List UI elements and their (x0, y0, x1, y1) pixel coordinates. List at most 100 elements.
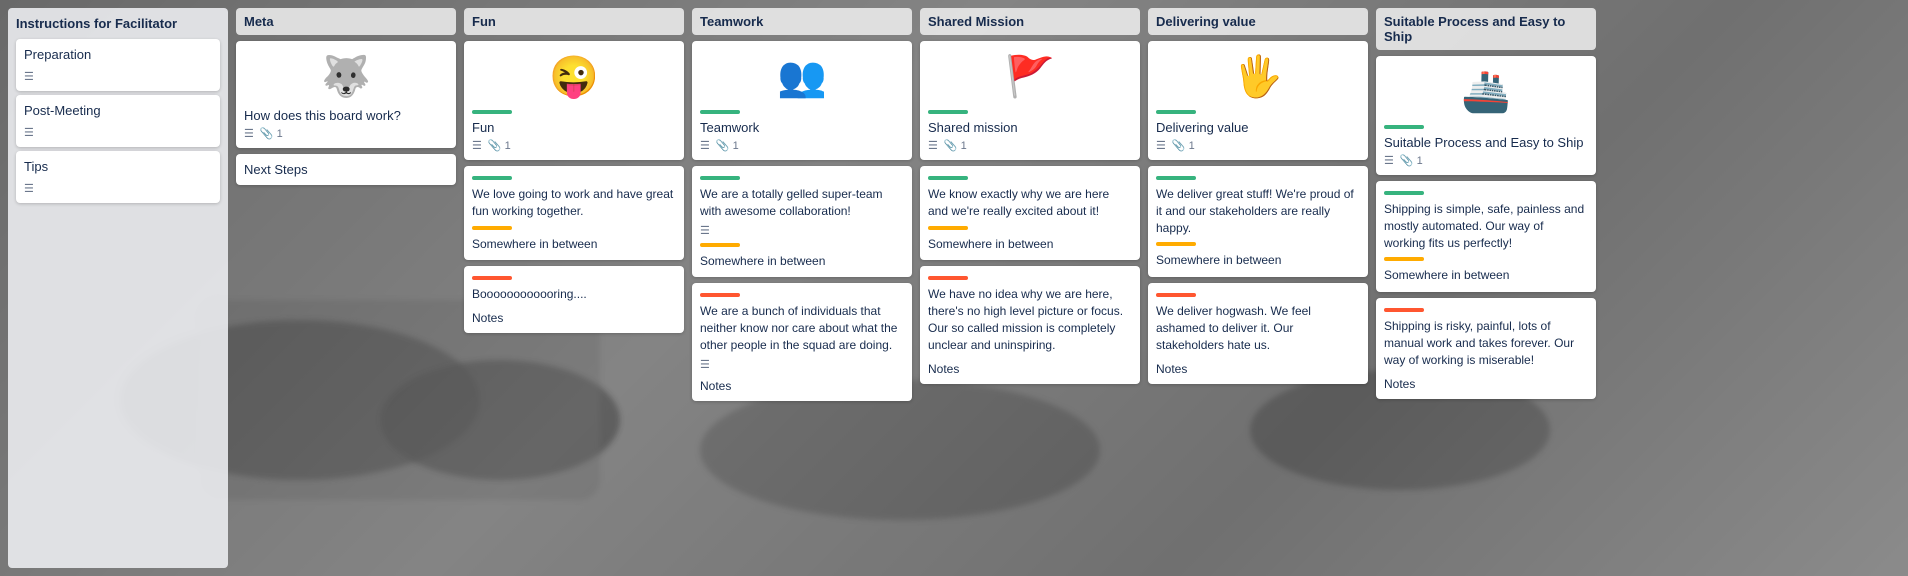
fun-label: Somewhere in between (472, 236, 676, 253)
green-bar-tw2 (700, 176, 740, 180)
sm-label: Somewhere in between (928, 236, 1132, 253)
column-sp: Suitable Process and Easy to Ship 🚢 Suit… (1376, 8, 1596, 568)
dv-bad-text: We deliver hogwash. We feel ashamed to d… (1156, 303, 1360, 353)
lines-icon-2: ☰ (24, 126, 212, 139)
menu-icon-tw: ☰ (700, 139, 710, 152)
column-header-sp: Suitable Process and Easy to Ship (1376, 8, 1596, 50)
sidebar-item-tips[interactable]: Tips ☰ (16, 151, 220, 203)
sp-emoji: 🚢 (1384, 64, 1588, 119)
card-teamwork-bad[interactable]: We are a bunch of individuals that neith… (692, 283, 912, 400)
yellow-bar-fun (472, 226, 512, 230)
column-meta: Meta 🐺 How does this board work? ☰ 📎 1 N… (236, 8, 456, 568)
dv-great-text: We deliver great stuff! We're proud of i… (1156, 186, 1360, 236)
red-bar-tw (700, 293, 740, 297)
card-dv-bad[interactable]: We deliver hogwash. We feel ashamed to d… (1148, 283, 1368, 383)
fun-boring-text: Boooooooooooring.... (472, 286, 676, 303)
attach-icon-fun: 📎 1 (488, 139, 511, 152)
sp-bad-text: Shipping is risky, painful, lots of manu… (1384, 318, 1588, 368)
tw-icon2: ☰ (700, 358, 904, 371)
column-fun: Fun 😜 Fun ☰ 📎 1 We love going to work an… (464, 8, 684, 568)
card-text-how: How does this board work? (244, 108, 448, 123)
sp-title: Suitable Process and Easy to Ship (1384, 135, 1588, 150)
tw-bad-text: We are a bunch of individuals that neith… (700, 303, 904, 353)
attachment-icon: 📎 1 (260, 127, 283, 140)
card-meta-icons: ☰ 📎 1 (244, 127, 448, 140)
fun-title: Fun (472, 120, 676, 135)
sidebar-item-post-meeting[interactable]: Post-Meeting ☰ (16, 95, 220, 147)
teamwork-emoji: 👥 (700, 49, 904, 104)
green-bar-teamwork (700, 110, 740, 114)
card-sp-top[interactable]: 🚢 Suitable Process and Easy to Ship ☰ 📎 … (1376, 56, 1596, 175)
yellow-bar-sp (1384, 257, 1424, 261)
green-bar-fun2 (472, 176, 512, 180)
card-dv-top[interactable]: 🖐️ Delivering value ☰ 📎 1 (1148, 41, 1368, 160)
card-next-steps[interactable]: Next Steps (236, 154, 456, 185)
teamwork-meta: ☰ 📎 1 (700, 139, 904, 152)
tw-great-text: We are a totally gelled super-team with … (700, 186, 904, 220)
dv-notes: Notes (1156, 362, 1360, 376)
menu-icon-dv: ☰ (1156, 139, 1166, 152)
green-bar-sm (928, 110, 968, 114)
lines-icon: ☰ (24, 70, 212, 83)
menu-icon-sp: ☰ (1384, 154, 1394, 167)
green-bar-dv2 (1156, 176, 1196, 180)
card-fun-great[interactable]: We love going to work and have great fun… (464, 166, 684, 260)
fun-notes: Notes (472, 311, 676, 325)
red-bar-fun (472, 276, 512, 280)
card-fun-top[interactable]: 😜 Fun ☰ 📎 1 (464, 41, 684, 160)
board: Instructions for Facilitator Preparation… (0, 0, 1908, 576)
dv-emoji: 🖐️ (1156, 49, 1360, 104)
column-teamwork: Teamwork 👥 Teamwork ☰ 📎 1 We are a total… (692, 8, 912, 568)
red-bar-dv (1156, 293, 1196, 297)
dog-emoji: 🐺 (244, 49, 448, 104)
sm-notes: Notes (928, 362, 1132, 376)
dv-title: Delivering value (1156, 120, 1360, 135)
red-bar-sm (928, 276, 968, 280)
fun-card-meta: ☰ 📎 1 (472, 139, 676, 152)
card-sp-bad[interactable]: Shipping is risky, painful, lots of manu… (1376, 298, 1596, 398)
menu-icon-sm: ☰ (928, 139, 938, 152)
lines-icon-3: ☰ (24, 182, 212, 195)
card-teamwork-top[interactable]: 👥 Teamwork ☰ 📎 1 (692, 41, 912, 160)
menu-icon-tw2: ☰ (700, 224, 710, 237)
card-dv-great[interactable]: We deliver great stuff! We're proud of i… (1148, 166, 1368, 277)
card-teamwork-great[interactable]: We are a totally gelled super-team with … (692, 166, 912, 277)
red-bar-sp (1384, 308, 1424, 312)
sm-great-text: We know exactly why we are here and we'r… (928, 186, 1132, 220)
yellow-bar-sm (928, 226, 968, 230)
attach-icon-sm: 📎 1 (944, 139, 967, 152)
sp-great-text: Shipping is simple, safe, painless and m… (1384, 201, 1588, 251)
card-sm-bad[interactable]: We have no idea why we are here, there's… (920, 266, 1140, 383)
sm-emoji: 🚩 (928, 49, 1132, 104)
attach-icon-sp: 📎 1 (1400, 154, 1423, 167)
green-bar-dv (1156, 110, 1196, 114)
menu-icon-tw3: ☰ (700, 358, 710, 371)
column-header-meta: Meta (236, 8, 456, 35)
green-bar-sp (1384, 125, 1424, 129)
column-header-fun: Fun (464, 8, 684, 35)
sm-meta: ☰ 📎 1 (928, 139, 1132, 152)
sidebar-item-preparation[interactable]: Preparation ☰ (16, 39, 220, 91)
card-sm-great[interactable]: We know exactly why we are here and we'r… (920, 166, 1140, 260)
menu-icon-fun: ☰ (472, 139, 482, 152)
sm-title: Shared mission (928, 120, 1132, 135)
sp-notes: Notes (1384, 377, 1588, 391)
card-sm-top[interactable]: 🚩 Shared mission ☰ 📎 1 (920, 41, 1140, 160)
sidebar-instructions: Instructions for Facilitator Preparation… (8, 8, 228, 568)
dv-label: Somewhere in between (1156, 252, 1360, 269)
yellow-bar-dv (1156, 242, 1196, 246)
sp-label: Somewhere in between (1384, 267, 1588, 284)
card-sp-great[interactable]: Shipping is simple, safe, painless and m… (1376, 181, 1596, 292)
tw-icon: ☰ (700, 224, 904, 237)
fun-emoji: 😜 (472, 49, 676, 104)
tw-notes: Notes (700, 379, 904, 393)
green-bar-sm2 (928, 176, 968, 180)
card-meta-how[interactable]: 🐺 How does this board work? ☰ 📎 1 (236, 41, 456, 148)
sp-meta: ☰ 📎 1 (1384, 154, 1588, 167)
card-fun-boring[interactable]: Boooooooooooring.... Notes (464, 266, 684, 333)
green-bar-sp2 (1384, 191, 1424, 195)
column-header-dv: Delivering value (1148, 8, 1368, 35)
column-header-sm: Shared Mission (920, 8, 1140, 35)
teamwork-title: Teamwork (700, 120, 904, 135)
yellow-bar-tw (700, 243, 740, 247)
